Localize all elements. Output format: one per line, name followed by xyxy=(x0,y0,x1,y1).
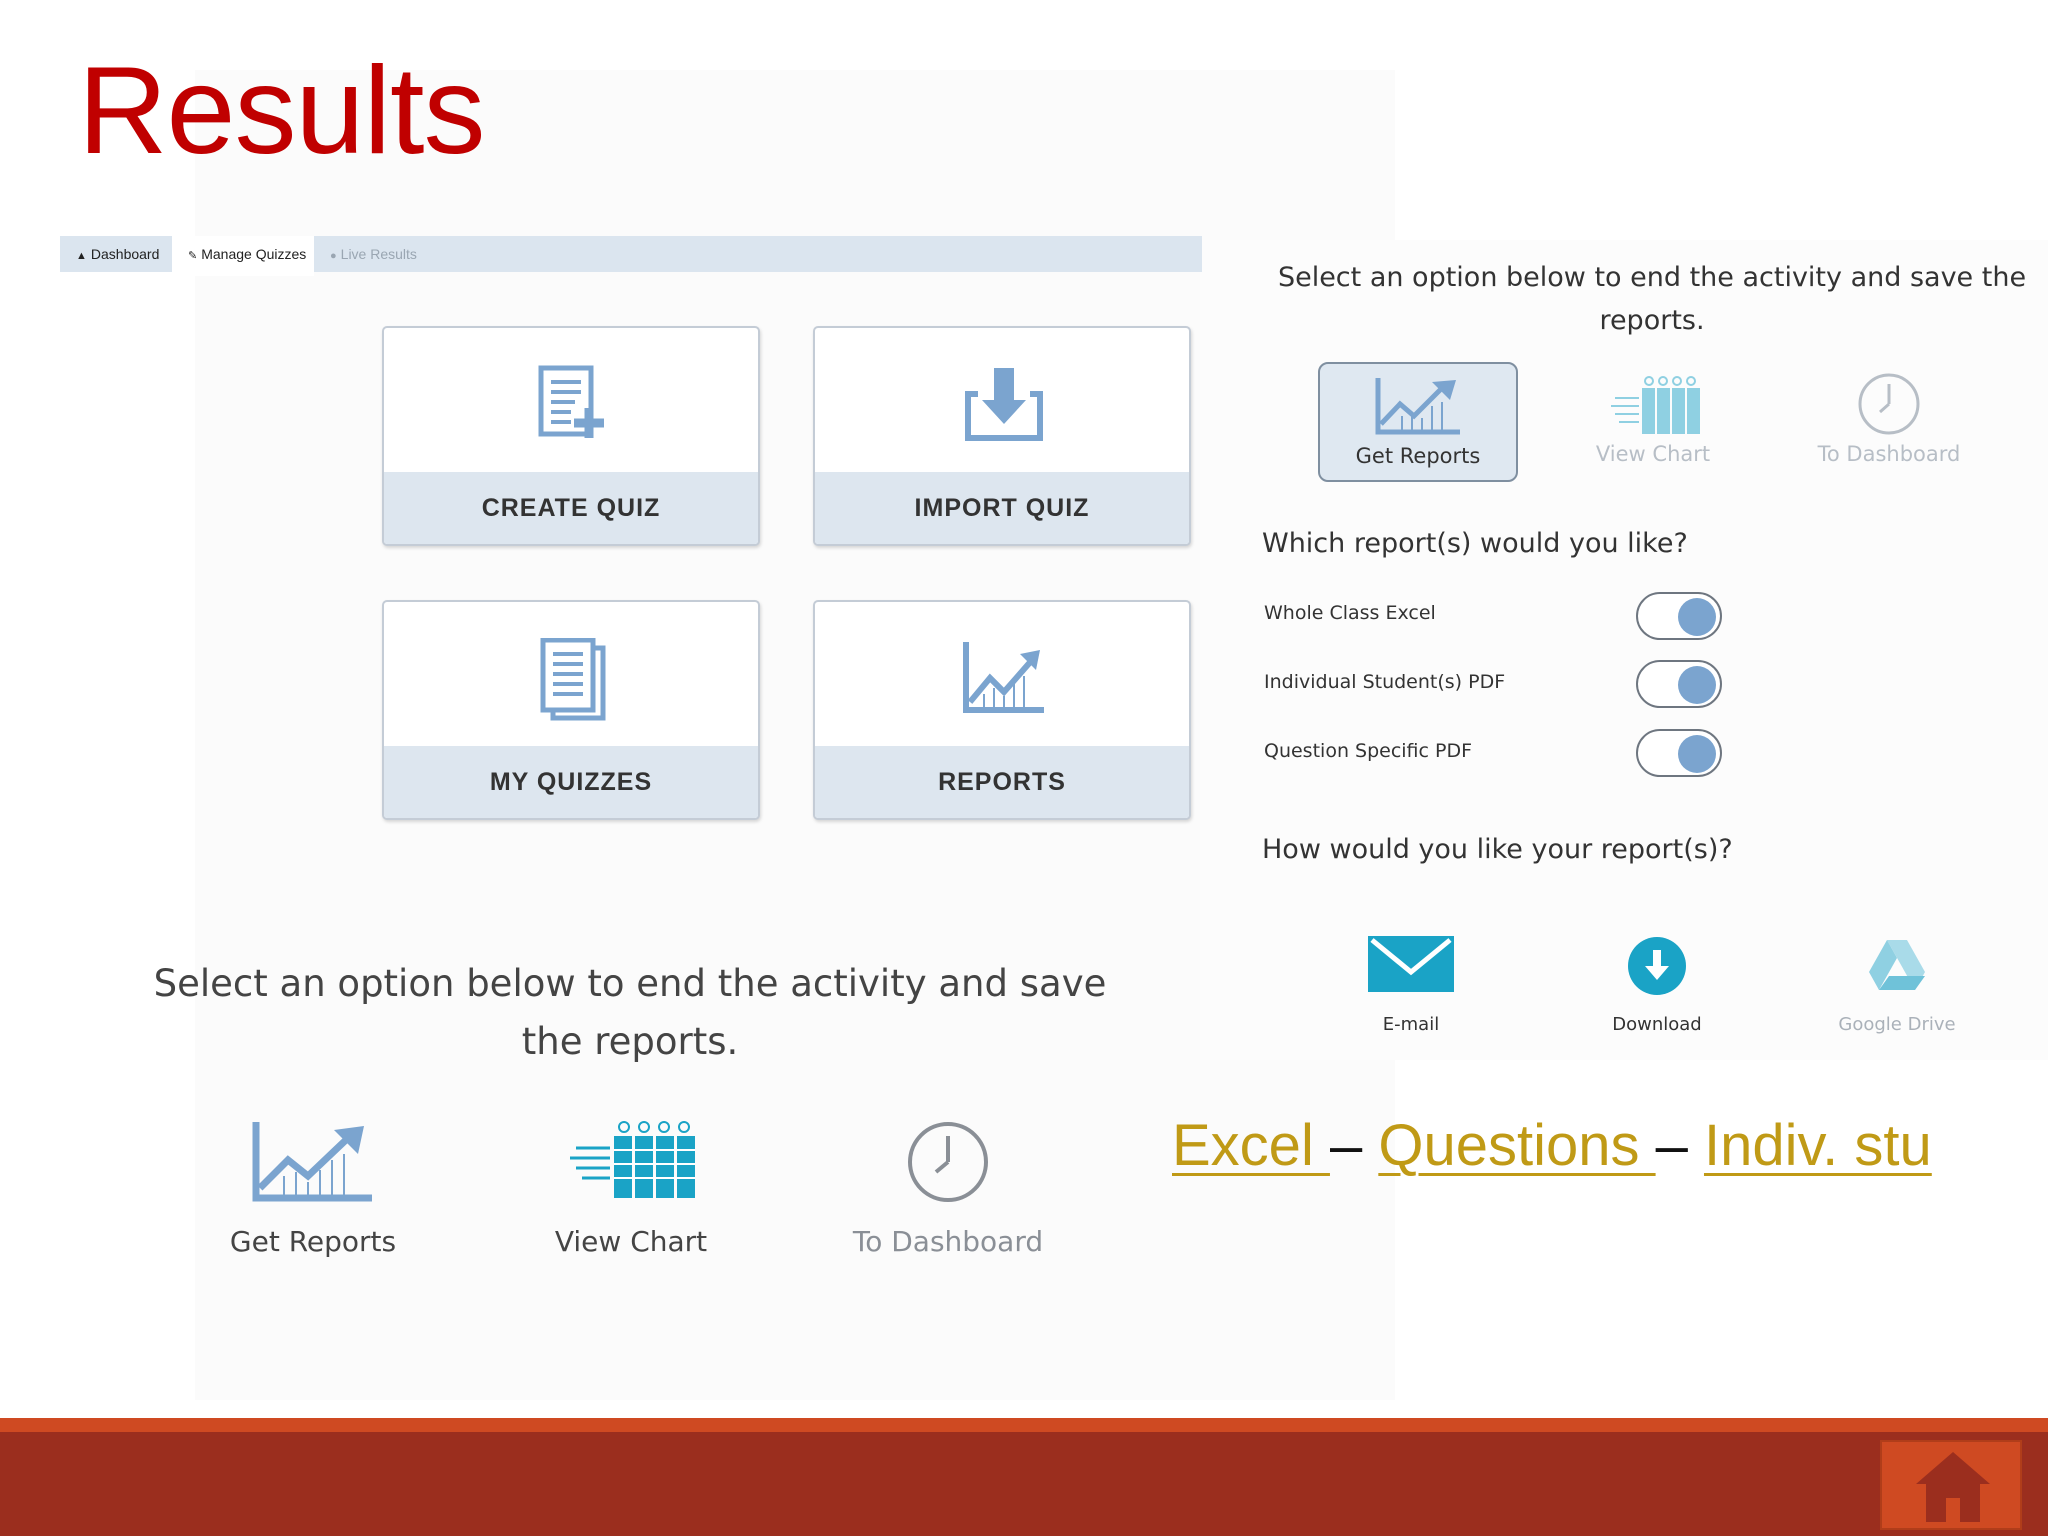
report-choice-heading: Which report(s) would you like? xyxy=(1262,528,1688,559)
home-button[interactable] xyxy=(1880,1440,2022,1530)
tab-dashboard[interactable]: ▲ Dashboard xyxy=(60,236,172,272)
create-quiz-icon xyxy=(538,365,604,438)
individual-student-pdf-toggle[interactable] xyxy=(1636,660,1722,708)
documents-icon xyxy=(540,638,606,721)
get-reports-option-large[interactable]: Get Reports xyxy=(188,1120,438,1270)
report-option-label: Whole Class Excel xyxy=(1264,602,1436,624)
to-dashboard-option-small[interactable]: To Dashboard xyxy=(1789,362,1989,482)
my-quizzes-label: MY QUIZZES xyxy=(384,746,758,818)
create-quiz-card[interactable]: CREATE QUIZ xyxy=(382,326,760,546)
toggle-knob xyxy=(1678,666,1716,704)
tab-dashboard-label: Dashboard xyxy=(90,246,160,262)
import-quiz-card[interactable]: IMPORT QUIZ xyxy=(813,326,1191,546)
footer-accent-line xyxy=(0,1418,2048,1432)
download-option[interactable]: Download xyxy=(1557,936,1757,1046)
envelope-icon xyxy=(1368,936,1454,992)
to-dashboard-label-small: To Dashboard xyxy=(1817,442,1961,466)
end-activity-prompt-large: Select an option below to end the activi… xyxy=(153,962,1107,1063)
import-quiz-label: IMPORT QUIZ xyxy=(815,472,1189,544)
to-dashboard-option-large[interactable]: To Dashboard xyxy=(823,1120,1073,1270)
report-option-label: Individual Student(s) PDF xyxy=(1264,671,1506,693)
link-separator: – xyxy=(1329,1113,1379,1178)
create-quiz-label: CREATE QUIZ xyxy=(384,472,758,544)
tab-manage-quizzes[interactable]: ✎ Manage Quizzes xyxy=(172,236,314,276)
to-dashboard-label-large: To Dashboard xyxy=(852,1225,1044,1258)
google-drive-icon xyxy=(1869,940,1925,990)
slide: Results ▲ Dashboard ✎ Manage Quizzes ● Live… xyxy=(0,0,2048,1536)
excel-link[interactable]: Excel xyxy=(1172,1113,1330,1178)
report-links: Excel – Questions – Indiv. stu xyxy=(1172,1112,1932,1179)
get-reports-label-small: Get Reports xyxy=(1355,444,1481,468)
slide-title: Results xyxy=(78,42,485,180)
download-label: Download xyxy=(1612,1014,1702,1035)
home-icon: ▲ xyxy=(76,250,87,262)
view-chart-option-large[interactable]: View Chart xyxy=(506,1120,756,1270)
download-icon xyxy=(1628,937,1686,995)
toggle-knob xyxy=(1678,598,1716,636)
bar-chart-icon xyxy=(570,1121,695,1198)
get-reports-option-small[interactable]: Get Reports xyxy=(1318,362,1518,482)
google-drive-option[interactable]: Google Drive xyxy=(1797,936,1997,1046)
view-chart-option-small[interactable]: View Chart xyxy=(1553,362,1753,482)
rising-chart-icon xyxy=(252,1122,372,1202)
delivery-heading: How would you like your report(s)? xyxy=(1262,834,1733,865)
email-label: E-mail xyxy=(1382,1014,1440,1035)
chart-icon xyxy=(963,642,1044,713)
view-chart-label-small: View Chart xyxy=(1595,442,1711,466)
bar-chart-icon xyxy=(1611,376,1700,434)
link-separator: – xyxy=(1655,1113,1704,1178)
footer-bar xyxy=(0,1432,2048,1536)
view-chart-label-large: View Chart xyxy=(554,1225,708,1258)
clock-icon xyxy=(1858,373,1920,435)
whole-class-excel-toggle[interactable] xyxy=(1636,592,1722,640)
tab-live-results[interactable]: ● Live Results xyxy=(314,236,454,272)
tab-manage-quizzes-label: Manage Quizzes xyxy=(201,246,307,262)
get-reports-label-large: Get Reports xyxy=(229,1225,397,1258)
email-option[interactable]: E-mail xyxy=(1311,936,1511,1046)
house-icon xyxy=(1916,1452,1990,1522)
report-option-label: Question Specific PDF xyxy=(1264,740,1473,762)
reports-card[interactable]: REPORTS xyxy=(813,600,1191,820)
import-icon xyxy=(965,368,1043,441)
my-quizzes-card[interactable]: MY QUIZZES xyxy=(382,600,760,820)
reports-label: REPORTS xyxy=(815,746,1189,818)
rising-chart-icon xyxy=(1375,378,1460,435)
google-drive-label: Google Drive xyxy=(1838,1014,1956,1035)
dot-icon: ● xyxy=(330,250,337,262)
indiv-student-link[interactable]: Indiv. stu xyxy=(1704,1113,1932,1178)
clock-icon xyxy=(908,1122,988,1202)
questions-link[interactable]: Questions xyxy=(1378,1113,1655,1178)
end-activity-prompt-small: Select an option below to end the activi… xyxy=(1277,262,2027,336)
question-specific-pdf-toggle[interactable] xyxy=(1636,729,1722,777)
toggle-knob xyxy=(1678,735,1716,773)
tab-live-results-label: Live Results xyxy=(340,246,417,262)
wrench-icon: ✎ xyxy=(188,250,198,262)
top-nav: ▲ Dashboard ✎ Manage Quizzes ● Live Results xyxy=(60,236,1202,276)
